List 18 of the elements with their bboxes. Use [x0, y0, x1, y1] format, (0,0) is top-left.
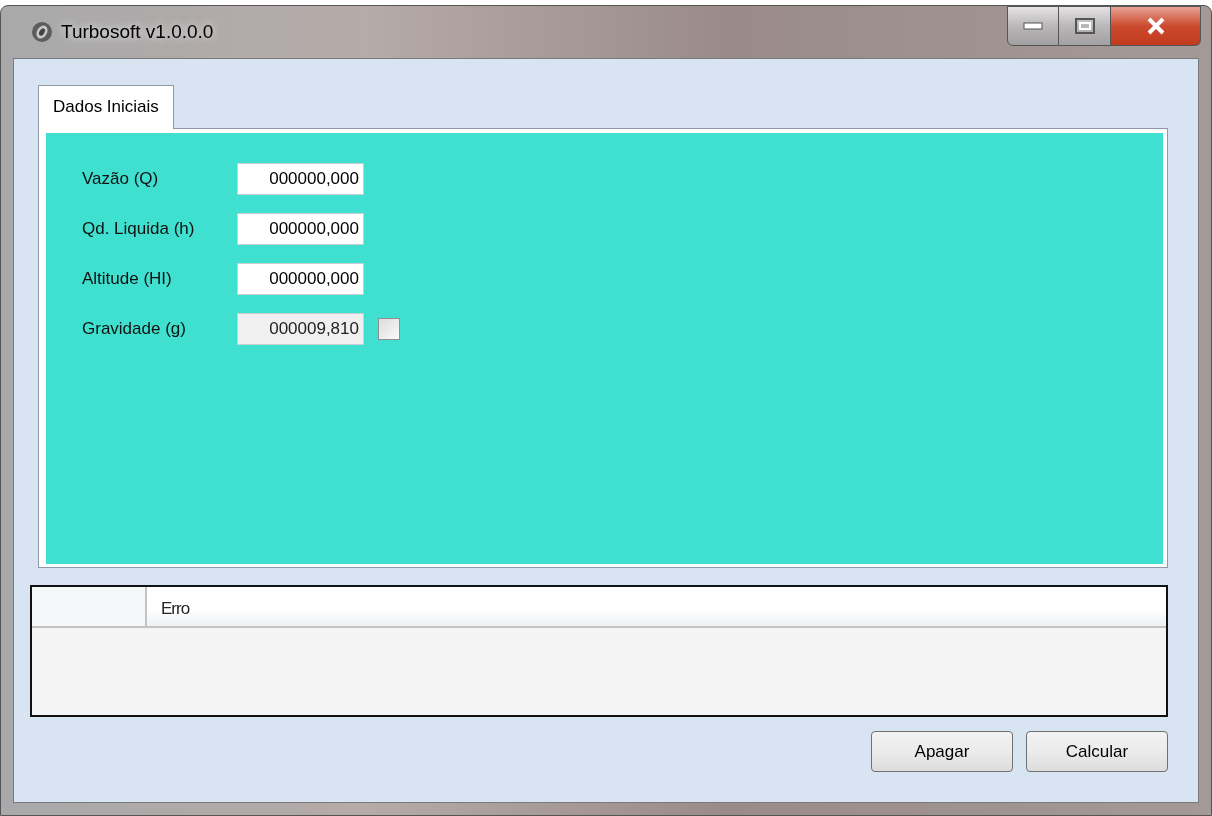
field-label: Qd. Liquida (h): [82, 218, 196, 241]
app-icon: [31, 20, 53, 43]
field-label: Gravidade (g): [82, 318, 187, 341]
input-field[interactable]: 000000,000: [237, 213, 364, 245]
maximize-button[interactable]: [1059, 6, 1111, 46]
field-label: Vazão (Q): [82, 168, 160, 191]
maximize-icon: [1074, 18, 1095, 34]
minimize-button[interactable]: [1007, 6, 1059, 46]
minimize-icon: [1023, 22, 1043, 30]
window-title: Turbosoft v1.0.0.0: [61, 19, 214, 44]
close-button[interactable]: [1111, 6, 1201, 46]
tab[interactable]: Dados Iniciais: [38, 84, 174, 129]
action-button[interactable]: Apagar: [871, 731, 1013, 772]
input-field[interactable]: 000000,000: [237, 263, 364, 295]
close-icon: [1145, 17, 1166, 35]
input-field[interactable]: 000000,000: [237, 163, 364, 195]
action-button[interactable]: Calcular: [1026, 731, 1168, 772]
field-label: Altitude (HI): [82, 268, 173, 291]
